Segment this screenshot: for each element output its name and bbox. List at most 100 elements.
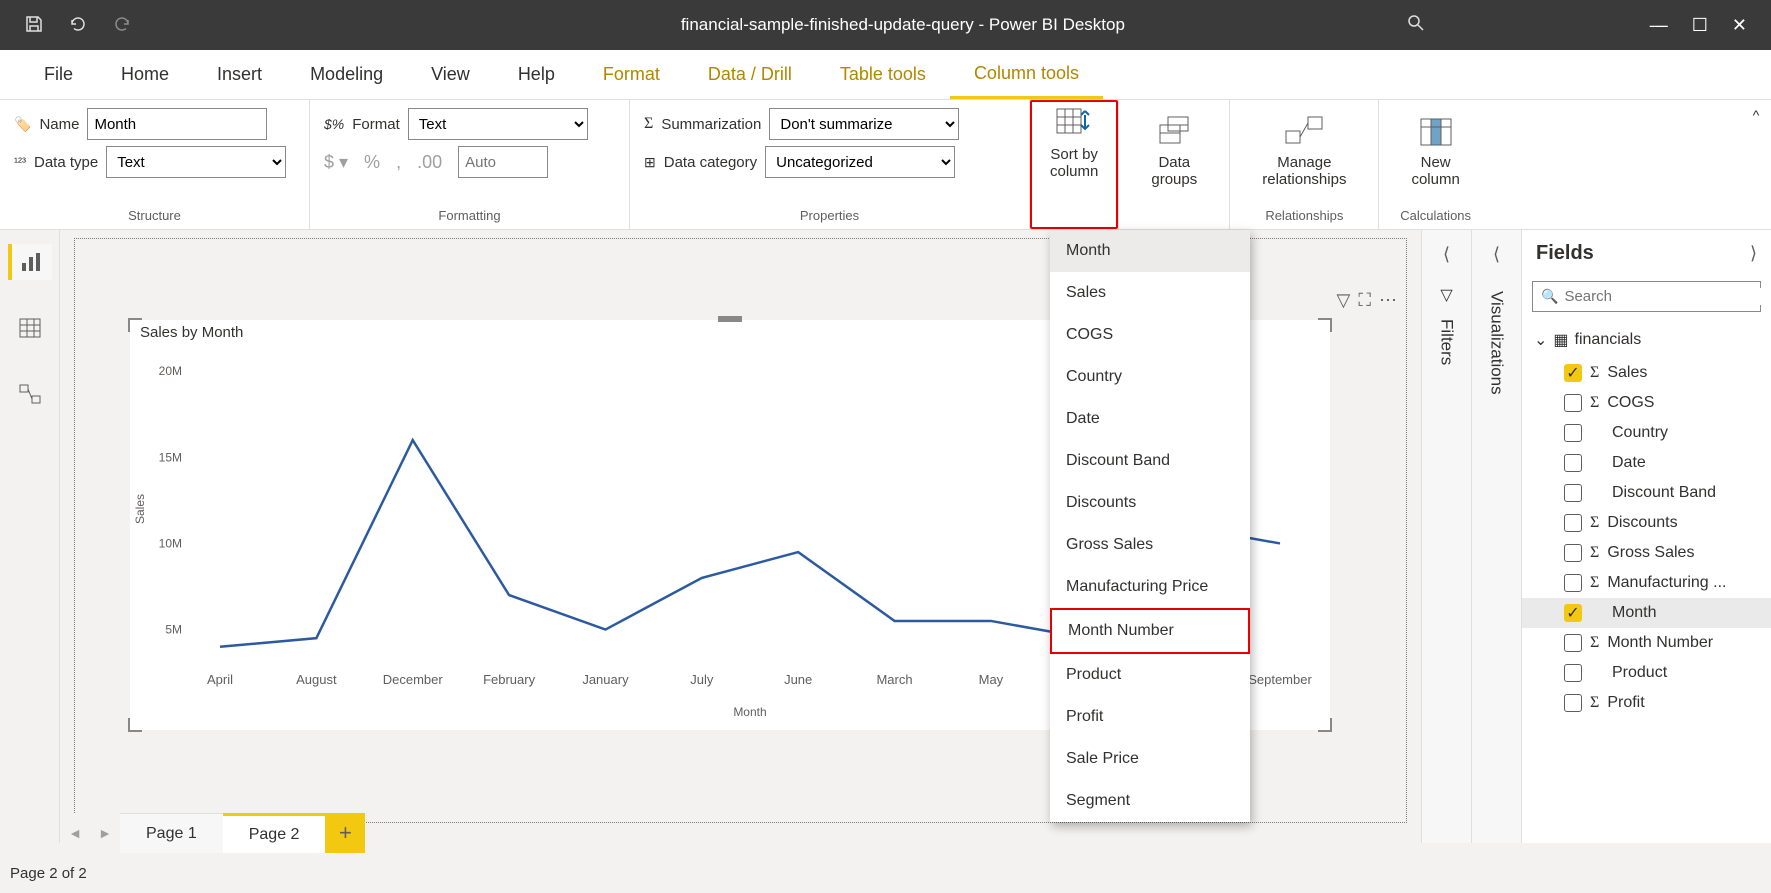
page-prev[interactable]: ◄ (60, 813, 90, 853)
data-view-icon[interactable] (8, 310, 52, 346)
search-icon[interactable] (1406, 13, 1426, 38)
minimize-icon[interactable]: — (1650, 15, 1668, 36)
dropdown-item-gross-sales[interactable]: Gross Sales (1050, 524, 1250, 566)
new-column-button[interactable]: New column (1393, 108, 1477, 188)
tab-modeling[interactable]: Modeling (286, 50, 407, 99)
tab-insert[interactable]: Insert (193, 50, 286, 99)
dropdown-item-discount-band[interactable]: Discount Band (1050, 440, 1250, 482)
filter-icon[interactable]: ▽ (1337, 290, 1351, 311)
dropdown-item-sale-price[interactable]: Sale Price (1050, 738, 1250, 780)
checkbox-icon[interactable] (1564, 574, 1582, 592)
save-icon[interactable] (24, 14, 44, 37)
svg-text:Month: Month (733, 705, 766, 719)
field-label: Country (1612, 424, 1668, 442)
percent-icon[interactable]: % (364, 152, 380, 173)
sort-by-column-button[interactable]: Sort by column (1030, 100, 1118, 229)
chevron-left-icon-2[interactable]: ⟨ (1493, 244, 1500, 265)
checkbox-icon[interactable] (1564, 424, 1582, 442)
dropdown-item-month[interactable]: Month (1050, 230, 1250, 272)
tab-data-drill[interactable]: Data / Drill (684, 50, 816, 99)
dropdown-item-manufacturing-price[interactable]: Manufacturing Price (1050, 566, 1250, 608)
fields-search[interactable]: 🔍 (1532, 281, 1761, 312)
maximize-icon[interactable]: ☐ (1692, 15, 1708, 36)
dropdown-item-discounts[interactable]: Discounts (1050, 482, 1250, 524)
table-financials[interactable]: ⌄ ▦ financials (1522, 322, 1771, 358)
dropdown-item-month-number[interactable]: Month Number (1050, 608, 1250, 654)
page-tab-2[interactable]: Page 2 (223, 813, 326, 853)
page-next[interactable]: ► (90, 813, 120, 853)
checkbox-icon[interactable]: ✓ (1564, 364, 1582, 382)
checkbox-icon[interactable] (1564, 634, 1582, 652)
sigma-icon: Σ (1590, 364, 1599, 382)
field-month-number[interactable]: ΣMonth Number (1522, 628, 1771, 658)
viz-label: Visualizations (1487, 291, 1507, 395)
field-manufacturing-[interactable]: ΣManufacturing ... (1522, 568, 1771, 598)
more-icon[interactable]: ⋯ (1379, 290, 1397, 311)
checkbox-icon[interactable] (1564, 514, 1582, 532)
checkbox-icon[interactable] (1564, 694, 1582, 712)
svg-text:August: August (296, 672, 337, 687)
tab-table-tools[interactable]: Table tools (816, 50, 950, 99)
checkbox-icon[interactable] (1564, 484, 1582, 502)
dropdown-item-date[interactable]: Date (1050, 398, 1250, 440)
checkbox-icon[interactable] (1564, 454, 1582, 472)
ribbon-collapse-icon[interactable]: ^ (1745, 104, 1767, 126)
auto-input[interactable] (458, 146, 548, 178)
undo-icon[interactable] (68, 14, 88, 37)
data-groups-button[interactable]: Data groups (1133, 108, 1215, 188)
filters-pane-collapsed[interactable]: ⟨ ▽ Filters (1421, 230, 1471, 843)
tab-column-tools[interactable]: Column tools (950, 50, 1103, 99)
sort-label: Sort by column (1050, 146, 1098, 180)
field-product[interactable]: Product (1522, 658, 1771, 688)
comma-icon[interactable]: , (396, 152, 401, 173)
field-cogs[interactable]: ΣCOGS (1522, 388, 1771, 418)
dropdown-item-segment[interactable]: Segment (1050, 780, 1250, 822)
checkbox-icon[interactable] (1564, 664, 1582, 682)
structure-group-label: Structure (14, 204, 295, 229)
chevron-right-icon[interactable]: ⟩ (1750, 243, 1757, 264)
format-select[interactable]: Text (408, 108, 588, 140)
manage-relationships-button[interactable]: Manage relationships (1244, 108, 1364, 188)
report-view-icon[interactable] (8, 244, 52, 280)
category-select[interactable]: Uncategorized (765, 146, 955, 178)
tab-format[interactable]: Format (579, 50, 684, 99)
dropdown-item-country[interactable]: Country (1050, 356, 1250, 398)
field-gross-sales[interactable]: ΣGross Sales (1522, 538, 1771, 568)
focus-icon[interactable]: ⛶ (1358, 290, 1371, 311)
checkbox-icon[interactable] (1564, 544, 1582, 562)
dropdown-item-cogs[interactable]: COGS (1050, 314, 1250, 356)
field-country[interactable]: Country (1522, 418, 1771, 448)
sort-by-column-dropdown[interactable]: MonthSalesCOGSCountryDateDiscount BandDi… (1050, 230, 1250, 822)
name-input[interactable] (87, 108, 267, 140)
page-tab-1[interactable]: Page 1 (120, 813, 223, 853)
field-discount-band[interactable]: Discount Band (1522, 478, 1771, 508)
visualizations-pane-collapsed[interactable]: ⟨ Visualizations (1471, 230, 1521, 843)
search-input[interactable] (1564, 288, 1763, 305)
expand-icon[interactable]: ⌄ (1534, 330, 1547, 350)
datatype-select[interactable]: Text (106, 146, 286, 178)
field-profit[interactable]: ΣProfit (1522, 688, 1771, 718)
tab-view[interactable]: View (407, 50, 494, 99)
dropdown-item-product[interactable]: Product (1050, 654, 1250, 696)
chevron-left-icon[interactable]: ⟨ (1443, 244, 1450, 265)
field-date[interactable]: Date (1522, 448, 1771, 478)
dropdown-item-profit[interactable]: Profit (1050, 696, 1250, 738)
close-icon[interactable]: ✕ (1732, 15, 1747, 36)
dropdown-item-sales[interactable]: Sales (1050, 272, 1250, 314)
add-page-button[interactable]: + (325, 813, 365, 853)
field-discounts[interactable]: ΣDiscounts (1522, 508, 1771, 538)
checkbox-icon[interactable]: ✓ (1564, 604, 1582, 622)
tab-home[interactable]: Home (97, 50, 193, 99)
decimal-icon[interactable]: .00 (417, 152, 442, 173)
checkbox-icon[interactable] (1564, 394, 1582, 412)
field-month[interactable]: ✓Month (1522, 598, 1771, 628)
tab-file[interactable]: File (20, 50, 97, 99)
redo-icon[interactable] (112, 14, 132, 37)
menu-tabs: File Home Insert Modeling View Help Form… (0, 50, 1771, 100)
tab-help[interactable]: Help (494, 50, 579, 99)
field-sales[interactable]: ✓ΣSales (1522, 358, 1771, 388)
summarization-select[interactable]: Don't summarize (769, 108, 959, 140)
model-view-icon[interactable] (8, 376, 52, 412)
currency-icon[interactable]: $ ▾ (324, 152, 348, 173)
category-icon: ⊞ (644, 154, 656, 171)
